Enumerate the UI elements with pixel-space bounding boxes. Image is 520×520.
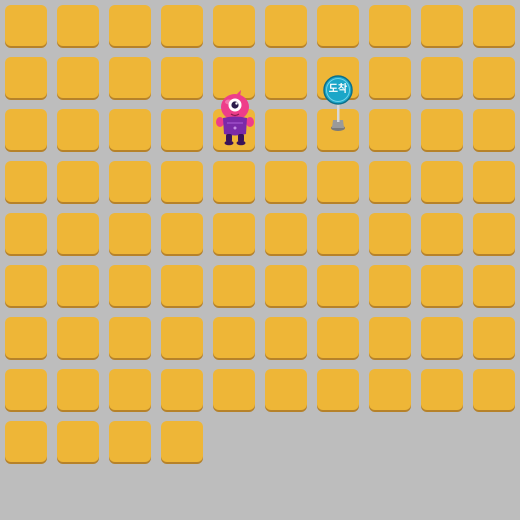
board-tile[interactable] [109, 109, 151, 150]
board-tile[interactable] [57, 161, 99, 202]
board-tile[interactable] [161, 213, 203, 254]
board-tile[interactable] [369, 109, 411, 150]
board-tile[interactable] [109, 213, 151, 254]
board-tile[interactable] [421, 161, 463, 202]
board-tile[interactable] [265, 317, 307, 358]
board-tile[interactable] [57, 317, 99, 358]
board-tile[interactable] [5, 161, 47, 202]
board-tile[interactable] [369, 161, 411, 202]
board-tile[interactable] [421, 109, 463, 150]
board-tile[interactable] [421, 265, 463, 306]
board-tile[interactable] [5, 5, 47, 46]
game-board: 도착 [0, 0, 520, 520]
board-tile[interactable] [473, 57, 515, 98]
board-tile[interactable] [421, 317, 463, 358]
board-tile[interactable] [5, 317, 47, 358]
board-tile[interactable] [57, 109, 99, 150]
board-tile[interactable] [213, 213, 255, 254]
board-tile[interactable] [109, 369, 151, 410]
board-tile[interactable] [57, 5, 99, 46]
board-tile[interactable] [369, 369, 411, 410]
board-tile[interactable] [265, 5, 307, 46]
board-tile[interactable] [317, 161, 359, 202]
board-tile[interactable] [369, 213, 411, 254]
board-tile[interactable] [109, 317, 151, 358]
board-tile[interactable] [161, 109, 203, 150]
board-tile[interactable] [473, 265, 515, 306]
board-tile[interactable] [57, 213, 99, 254]
board-tile[interactable] [213, 161, 255, 202]
board-tile[interactable] [57, 421, 99, 462]
board-tile[interactable] [369, 57, 411, 98]
board-tile[interactable] [5, 213, 47, 254]
board-tile[interactable] [473, 5, 515, 46]
board-tile[interactable] [161, 5, 203, 46]
board-tile[interactable] [317, 369, 359, 410]
board-tile[interactable] [5, 57, 47, 98]
pink-monster-character-icon[interactable] [215, 90, 255, 146]
board-tile[interactable] [109, 421, 151, 462]
board-tile[interactable] [265, 161, 307, 202]
board-tile[interactable] [5, 369, 47, 410]
board-tile[interactable] [5, 421, 47, 462]
board-tile[interactable] [421, 213, 463, 254]
goal-sign[interactable]: 도착 [322, 74, 354, 132]
board-tile[interactable] [109, 5, 151, 46]
board-tile[interactable] [109, 161, 151, 202]
board-tile[interactable] [421, 57, 463, 98]
board-tile[interactable] [369, 265, 411, 306]
board-tile[interactable] [57, 57, 99, 98]
board-tile[interactable] [421, 369, 463, 410]
board-tile[interactable] [161, 317, 203, 358]
board-tile[interactable] [57, 369, 99, 410]
board-tile[interactable] [265, 57, 307, 98]
board-tile[interactable] [5, 265, 47, 306]
board-tile[interactable] [317, 5, 359, 46]
board-tile[interactable] [161, 265, 203, 306]
board-tile[interactable] [265, 213, 307, 254]
board-tile[interactable] [473, 161, 515, 202]
board-tile[interactable] [161, 421, 203, 462]
board-tile[interactable] [369, 5, 411, 46]
board-tile[interactable] [473, 317, 515, 358]
board-tile[interactable] [317, 213, 359, 254]
board-tile[interactable] [265, 369, 307, 410]
board-tile[interactable] [109, 265, 151, 306]
board-tile[interactable] [161, 57, 203, 98]
board-tile[interactable] [213, 5, 255, 46]
board-tile[interactable] [161, 161, 203, 202]
board-tile[interactable] [161, 369, 203, 410]
board-tile[interactable] [57, 265, 99, 306]
board-tile[interactable] [265, 109, 307, 150]
board-tile[interactable] [109, 57, 151, 98]
board-tile[interactable] [473, 369, 515, 410]
board-tile[interactable] [213, 265, 255, 306]
board-tile[interactable] [213, 317, 255, 358]
board-tile[interactable] [473, 213, 515, 254]
board-tile[interactable] [213, 369, 255, 410]
board-tile[interactable] [421, 5, 463, 46]
goal-label: 도착 [328, 84, 348, 95]
board-tile[interactable] [473, 109, 515, 150]
board-tile[interactable] [317, 317, 359, 358]
board-tile[interactable] [265, 265, 307, 306]
board-tile[interactable] [369, 317, 411, 358]
board-tile[interactable] [317, 265, 359, 306]
board-tile[interactable] [5, 109, 47, 150]
